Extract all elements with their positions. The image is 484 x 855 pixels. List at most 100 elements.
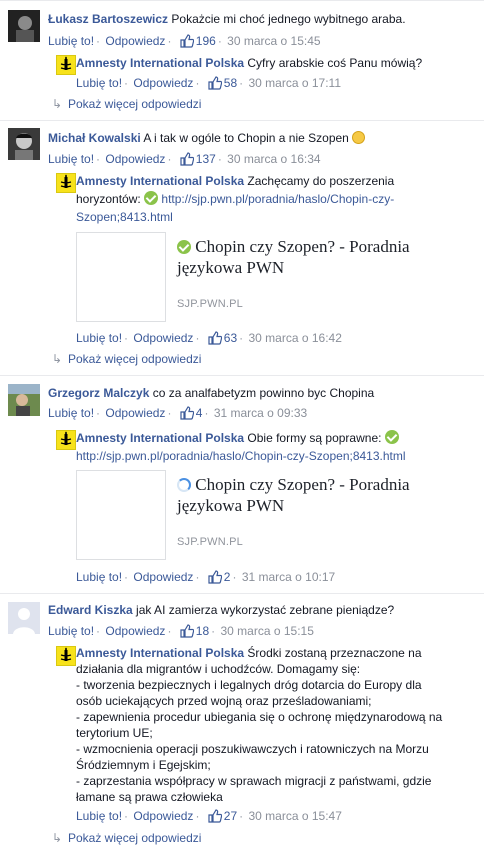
- comment-text: Pokażcie mi choć jednego wybitnego araba…: [171, 12, 406, 26]
- reply-author[interactable]: Amnesty International Polska: [76, 431, 244, 445]
- reply-button[interactable]: Odpowiedz: [133, 809, 193, 823]
- reply-button[interactable]: Odpowiedz: [105, 34, 165, 48]
- reply-url[interactable]: Szopen;8413.html: [76, 210, 173, 224]
- reply-line: Śródziemnym i Egejskim;: [76, 758, 211, 772]
- reply-button[interactable]: Odpowiedz: [133, 76, 193, 90]
- like-button[interactable]: Lubię to!: [76, 809, 122, 823]
- more-replies-label[interactable]: Pokaż więcej odpowiedzi: [68, 831, 201, 845]
- reply-line: terytorium UE;: [76, 726, 153, 740]
- like-button[interactable]: Lubię to!: [48, 624, 94, 638]
- like-count[interactable]: 137: [196, 152, 216, 166]
- comment-author[interactable]: Łukasz Bartoszewicz: [48, 12, 168, 26]
- reply-timestamp[interactable]: 30 marca o 15:47: [248, 809, 341, 823]
- like-count[interactable]: 27: [224, 809, 237, 823]
- reply-author[interactable]: Amnesty International Polska: [76, 56, 244, 70]
- link-preview[interactable]: Chopin czy Szopen? - Poradnia językowa P…: [76, 232, 476, 324]
- comment-timestamp[interactable]: 30 marca o 16:34: [227, 152, 320, 166]
- avatar[interactable]: [8, 128, 40, 160]
- candle-logo-icon: [60, 431, 72, 445]
- reply-arrow-icon: ↳: [52, 97, 63, 111]
- thumbs-up-icon: [180, 152, 194, 166]
- reply-meta: Lubię to! · Odpowiedz · 27 · 30 marca o 15:…: [76, 809, 342, 823]
- comment-meta: Lubię to! · Odpowiedz · 196 · 30 marca o 15…: [48, 34, 321, 48]
- like-count[interactable]: 18: [196, 624, 209, 638]
- comment-body: Grzegorz Malczyk co za analfabetyzm powi…: [48, 384, 478, 402]
- reply-body: Amnesty International Polska Cyfry arabs…: [76, 54, 476, 72]
- like-button[interactable]: Lubię to!: [76, 331, 122, 345]
- loading-spinner-icon: [177, 478, 191, 492]
- preview-domain: SJP.PWN.PL: [177, 298, 243, 310]
- reply-timestamp[interactable]: 30 marca o 16:42: [248, 331, 341, 345]
- comment-text: jak AI zamierza wykorzystać zebrane pien…: [136, 603, 395, 617]
- more-replies-link[interactable]: ↳ Pokaż więcej odpowiedzi: [52, 830, 201, 846]
- avatar[interactable]: [8, 10, 40, 42]
- amnesty-avatar[interactable]: [56, 55, 76, 75]
- like-count[interactable]: 58: [224, 76, 237, 90]
- comment-author[interactable]: Edward Kiszka: [48, 603, 133, 617]
- like-count[interactable]: 2: [224, 570, 231, 584]
- like-count[interactable]: 196: [196, 34, 216, 48]
- preview-image[interactable]: [76, 470, 166, 560]
- reply-body: Amnesty International Polska Środki zost…: [76, 645, 481, 805]
- amnesty-avatar[interactable]: [56, 430, 76, 450]
- reply-author[interactable]: Amnesty International Polska: [76, 646, 244, 660]
- reply-line: łamane są prawa człowieka: [76, 790, 223, 804]
- like-count[interactable]: 63: [224, 331, 237, 345]
- more-replies-link[interactable]: ↳ Pokaż więcej odpowiedzi: [52, 351, 201, 367]
- reply-author[interactable]: Amnesty International Polska: [76, 174, 244, 188]
- comment-timestamp[interactable]: 30 marca o 15:15: [220, 624, 313, 638]
- preview-title[interactable]: Chopin czy Szopen? - Poradnia językowa P…: [177, 474, 427, 516]
- reply-line: - tworzenia bezpiecznych i legalnych dró…: [76, 678, 422, 692]
- like-button[interactable]: Lubię to!: [76, 570, 122, 584]
- divider: [0, 120, 484, 121]
- reply-url[interactable]: http://sjp.pwn.pl/poradnia/haslo/Chopin-…: [76, 449, 406, 463]
- reply-button[interactable]: Odpowiedz: [105, 624, 165, 638]
- candle-logo-icon: [60, 647, 72, 661]
- reply-url[interactable]: http://sjp.pwn.pl/poradnia/haslo/Chopin-…: [161, 192, 394, 206]
- amnesty-avatar[interactable]: [56, 173, 76, 193]
- like-button[interactable]: Lubię to!: [48, 152, 94, 166]
- check-emoji-icon: [384, 430, 399, 444]
- like-count[interactable]: 4: [196, 406, 203, 420]
- thumbs-up-icon: [180, 406, 194, 420]
- comment-body: Edward Kiszka jak AI zamierza wykorzysta…: [48, 601, 478, 619]
- reply-button[interactable]: Odpowiedz: [133, 331, 193, 345]
- avatar[interactable]: [8, 384, 40, 416]
- comment-body: Michał Kowalski A i tak w ogóle to Chopi…: [48, 129, 478, 147]
- avatar[interactable]: [8, 602, 40, 634]
- reply-timestamp[interactable]: 31 marca o 10:17: [242, 570, 335, 584]
- more-replies-link[interactable]: ↳ Pokaż więcej odpowiedzi: [52, 96, 201, 112]
- thumbs-up-icon: [208, 76, 222, 90]
- comment-text: co za analfabetyzm powinno byc Chopina: [152, 386, 375, 400]
- preview-title[interactable]: Chopin czy Szopen? - Poradnia językowa P…: [177, 236, 427, 278]
- amnesty-avatar[interactable]: [56, 646, 76, 666]
- like-button[interactable]: Lubię to!: [76, 76, 122, 90]
- comment-text: A i tak w ogóle to Chopin a nie Szopen: [143, 131, 349, 145]
- reply-line: osób uciekających przed wojną oraz prześ…: [76, 694, 372, 708]
- thumbs-up-icon: [180, 624, 194, 638]
- check-emoji-icon: [144, 191, 159, 205]
- check-icon: [177, 240, 191, 254]
- comment-timestamp[interactable]: 30 marca o 15:45: [227, 34, 320, 48]
- comment-timestamp[interactable]: 31 marca o 09:33: [214, 406, 307, 420]
- reply-button[interactable]: Odpowiedz: [105, 406, 165, 420]
- thumbs-up-icon: [180, 34, 194, 48]
- comment-author[interactable]: Grzegorz Malczyk: [48, 386, 149, 400]
- divider: [0, 593, 484, 594]
- like-button[interactable]: Lubię to!: [48, 34, 94, 48]
- link-preview[interactable]: Chopin czy Szopen? - Poradnia językowa P…: [76, 470, 476, 562]
- preview-image[interactable]: [76, 232, 166, 322]
- face-emoji-icon: [352, 131, 366, 144]
- like-button[interactable]: Lubię to!: [48, 406, 94, 420]
- comment-author[interactable]: Michał Kowalski: [48, 131, 141, 145]
- comment-meta: Lubię to! · Odpowiedz · 18 · 30 marca o 15:…: [48, 624, 314, 638]
- more-replies-label[interactable]: Pokaż więcej odpowiedzi: [68, 352, 201, 366]
- reply-button[interactable]: Odpowiedz: [105, 152, 165, 166]
- divider: [0, 375, 484, 376]
- reply-timestamp[interactable]: 30 marca o 17:11: [248, 76, 341, 90]
- more-replies-label[interactable]: Pokaż więcej odpowiedzi: [68, 97, 201, 111]
- candle-logo-icon: [60, 56, 72, 70]
- reply-meta: Lubię to! · Odpowiedz · 58 · 30 marca o 17:…: [76, 76, 341, 90]
- avatar-image-icon: [8, 384, 40, 416]
- reply-button[interactable]: Odpowiedz: [133, 570, 193, 584]
